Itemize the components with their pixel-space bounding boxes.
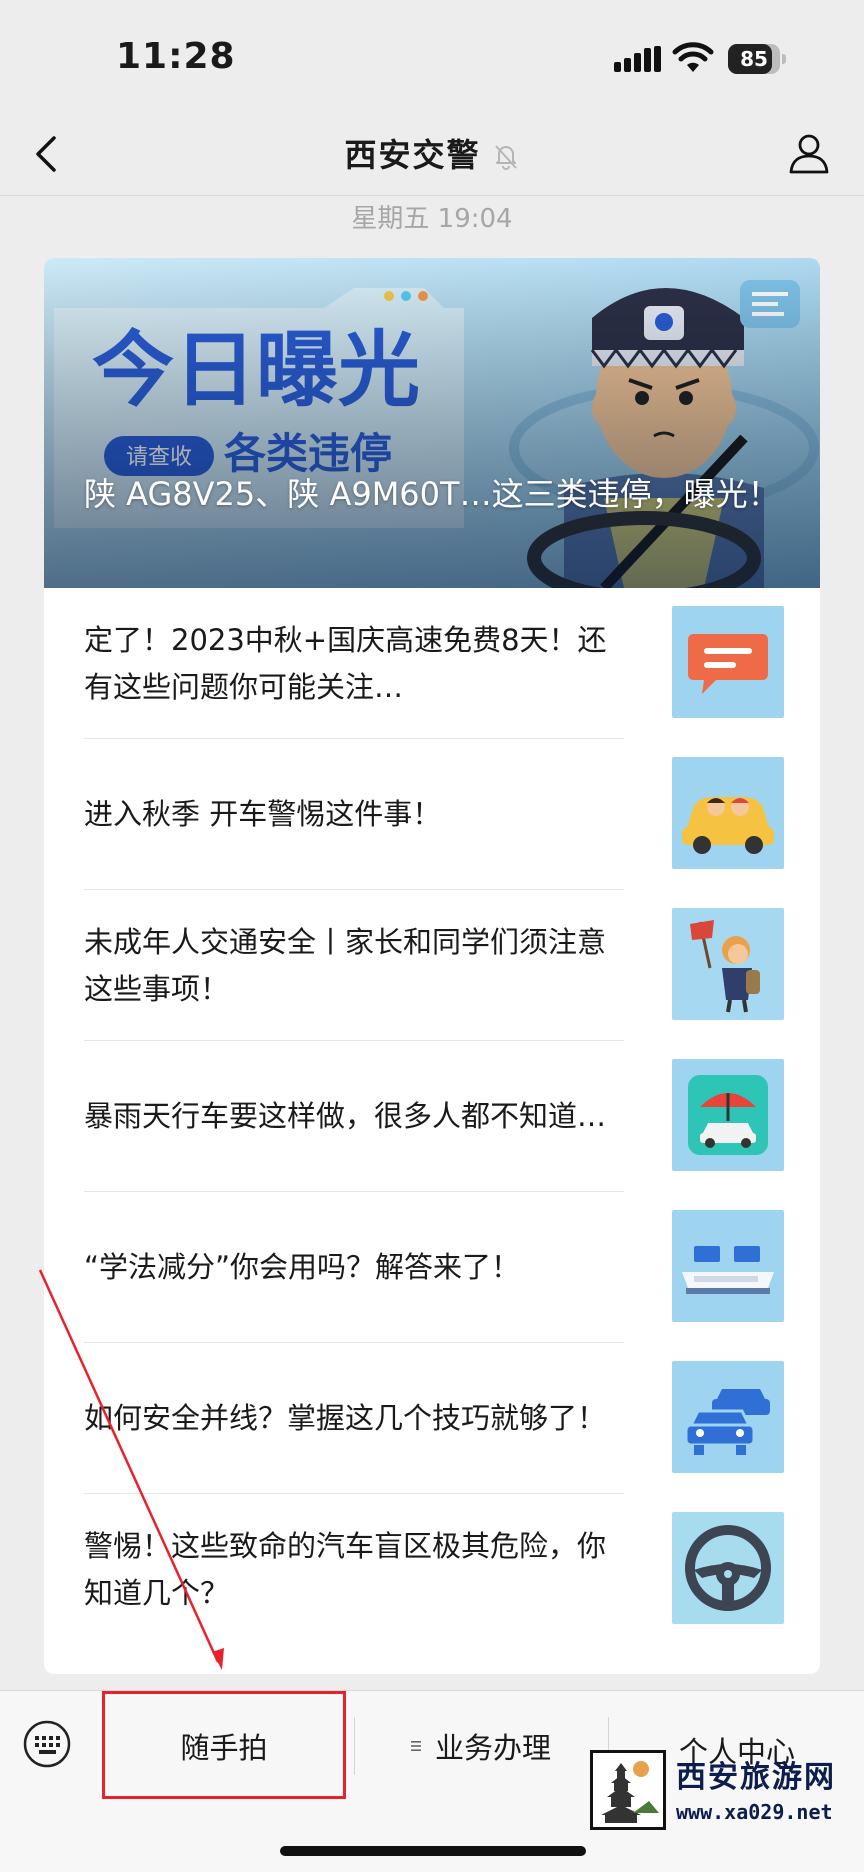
article-title: 未成年人交通安全丨家长和同学们须注意这些事项！: [84, 924, 607, 1006]
chat-bubble-icon: [672, 606, 784, 718]
article-title: 定了！2023中秋+国庆高速免费8天！还有这些问题你可能关注…: [84, 622, 607, 704]
profile-icon[interactable]: [786, 130, 832, 176]
watermark-title: 西安旅游网: [676, 1760, 836, 1795]
message-timestamp: 星期五 19:04: [351, 204, 513, 234]
article-title: 如何安全并线？掌握这几个技巧就够了！: [84, 1401, 607, 1435]
article-item-1[interactable]: 定了！2023中秋+国庆高速免费8天！还有这些问题你可能关注…: [84, 588, 784, 739]
nav-bar: 西安交警: [0, 112, 864, 196]
menu-item-label: 业务办理: [434, 1731, 551, 1765]
status-bar: 11:28 85: [0, 0, 864, 112]
article-item-4[interactable]: 暴雨天行车要这样做，很多人都不知道…: [84, 1041, 784, 1192]
article-item-6[interactable]: 如何安全并线？掌握这几个技巧就够了！: [84, 1343, 784, 1494]
status-time: 11:28: [116, 36, 236, 77]
article-item-3[interactable]: 未成年人交通安全丨家长和同学们须注意这些事项！: [84, 890, 784, 1041]
student-flag-icon: [672, 908, 784, 1020]
umbrella-car-icon: [672, 1059, 784, 1171]
battery-icon: 85: [728, 44, 786, 74]
watermark: 西安旅游网 www.xa029.net: [590, 1750, 840, 1830]
car-driving-icon: [672, 757, 784, 869]
article-item-2[interactable]: 进入秋季 开车警惕这件事！: [84, 739, 784, 890]
home-indicator[interactable]: [280, 1846, 586, 1856]
page-title: 西安交警: [344, 136, 481, 174]
submenu-icon: [410, 1741, 421, 1751]
keyboard-icon[interactable]: [22, 1719, 72, 1769]
nav-title-wrap: 西安交警: [0, 130, 864, 176]
watermark-url: www.xa029.net: [676, 1800, 833, 1824]
battery-level: 85: [740, 47, 768, 71]
cover-image: 今日曝光 请查收 各类违停: [44, 258, 820, 588]
article-item-7[interactable]: 警惕！这些致命的汽车盲区极其危险，你知道几个？: [84, 1494, 784, 1645]
article-title: “学法减分”你会用吗？解答来了！: [84, 1250, 521, 1284]
cover-article-title: 陕 AG8V25、陕 A9M60T…这三类违停，曝光！: [84, 475, 780, 513]
menu-item-snapshot[interactable]: 随手拍: [102, 1691, 346, 1801]
article-title: 警惕！这些致命的汽车盲区极其危险，你知道几个？: [84, 1528, 607, 1610]
watermark-logo: [590, 1750, 666, 1830]
cars-lane-icon: [672, 1361, 784, 1473]
cellular-signal-icon: [614, 46, 661, 72]
cover-article[interactable]: 今日曝光 请查收 各类违停 陕 AG8V25、陕: [44, 258, 820, 588]
menu-divider: [354, 1717, 355, 1775]
menu-item-business[interactable]: 业务办理: [356, 1691, 606, 1801]
article-title: 进入秋季 开车警惕这件事！: [84, 797, 442, 831]
article-title: 暴雨天行车要这样做，很多人都不知道…: [84, 1099, 607, 1133]
steering-wheel-icon: [672, 1512, 784, 1624]
menu-item-label: 随手拍: [180, 1731, 268, 1765]
article-item-5[interactable]: “学法减分”你会用吗？解答来了！: [84, 1192, 784, 1343]
mute-bell-icon: [494, 145, 517, 170]
wifi-icon: [672, 42, 714, 72]
computer-desk-icon: [672, 1210, 784, 1322]
article-card[interactable]: 今日曝光 请查收 各类违停 陕 AG8V25、陕: [44, 258, 820, 1674]
